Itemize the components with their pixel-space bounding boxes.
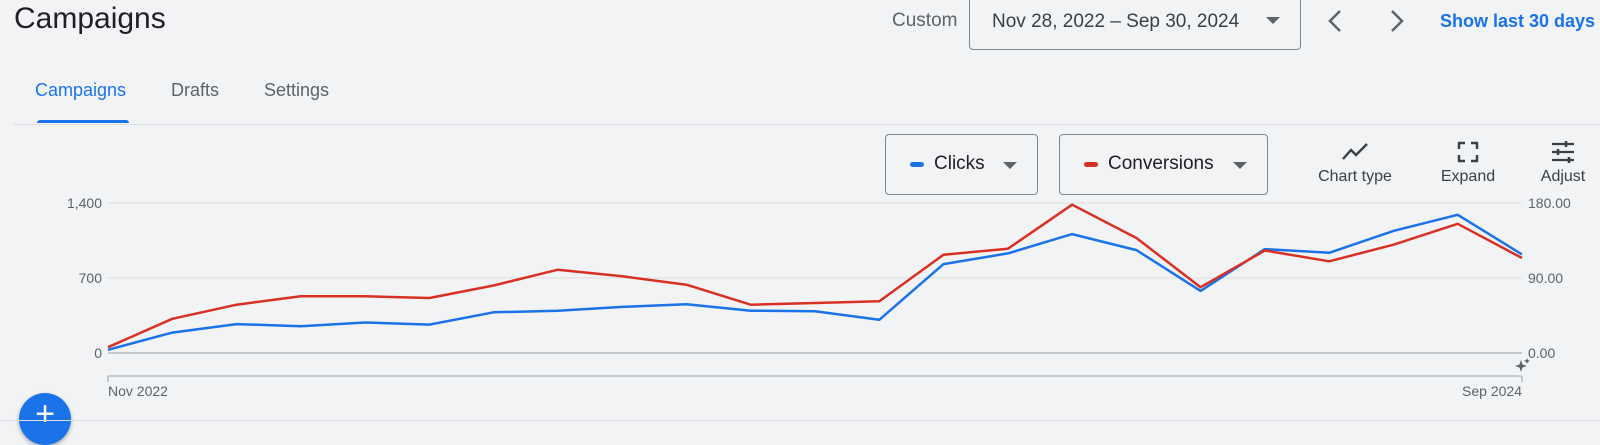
adjust-label: Adjust [1540,168,1586,185]
sparkle-icon [1515,358,1530,372]
data-point-clicks[interactable] [1388,225,1400,237]
data-point-clicks[interactable] [552,305,564,317]
data-point-conversions[interactable] [745,299,757,311]
tab-bar: Campaigns Drafts Settings [14,70,1600,125]
data-point-conversions[interactable] [938,249,950,261]
date-range-dropdown[interactable]: Nov 28, 2022 – Sep 30, 2024 [969,0,1301,50]
data-point-conversions[interactable] [359,290,371,302]
data-point-clicks[interactable] [295,320,307,332]
series-color-dot [1084,162,1098,167]
dropdown-arrow-icon [1233,162,1247,169]
data-point-conversions[interactable] [1195,281,1207,293]
data-point-conversions[interactable] [873,295,885,307]
page-title: Campaigns [14,2,166,35]
data-point-conversions[interactable] [488,280,500,292]
data-point-conversions[interactable] [1323,255,1335,267]
data-point-clicks[interactable] [1066,228,1078,240]
data-point-clicks[interactable] [359,317,371,329]
series-color-dot [910,162,924,167]
data-point-conversions[interactable] [295,290,307,302]
tab-drafts[interactable]: Drafts [171,80,219,101]
performance-chart: 1,400 700 0 180.00 90.00 0.00 Nov 2022 S… [67,195,1571,399]
chart-gridlines [108,202,1522,377]
data-point-conversions[interactable] [1388,239,1400,251]
data-point-conversions[interactable] [102,341,114,353]
y-right-tick: 90.00 [1528,270,1563,286]
data-point-conversions[interactable] [166,313,178,325]
y-right-tick: 0.00 [1528,345,1555,361]
data-point-clicks[interactable] [681,298,693,310]
data-point-clicks[interactable] [1130,244,1142,256]
active-tab-indicator [37,120,129,123]
expand-button[interactable]: Expand [1428,140,1508,186]
data-point-conversions[interactable] [1259,245,1271,257]
x-axis-start-label: Nov 2022 [108,383,168,399]
data-point-clicks[interactable] [873,314,885,326]
add-campaign-button[interactable]: + [19,393,71,445]
tune-icon [1552,141,1574,163]
dropdown-arrow-icon [1003,162,1017,169]
x-axis-end-label: Sep 2024 [1462,383,1522,399]
data-point-conversions[interactable] [1516,252,1528,264]
metric-select-clicks[interactable]: Clicks [885,134,1038,195]
data-point-clicks[interactable] [488,306,500,318]
chevron-right-icon[interactable] [1381,6,1411,36]
y-right-tick: 180.00 [1528,195,1571,211]
data-point-conversions[interactable] [1452,218,1464,230]
data-point-conversions[interactable] [681,279,693,291]
data-point-clicks[interactable] [166,327,178,339]
date-range-value: Nov 28, 2022 – Sep 30, 2024 [992,11,1240,32]
data-point-clicks[interactable] [423,319,435,331]
chart-type-label: Chart type [1318,168,1392,185]
data-point-conversions[interactable] [552,264,564,276]
data-point-conversions[interactable] [1002,243,1014,255]
data-point-conversions[interactable] [809,297,821,309]
series-line-clicks [107,213,1523,352]
data-point-clicks[interactable] [616,301,628,313]
section-divider [0,420,1600,421]
tab-settings[interactable]: Settings [264,80,329,101]
metric-select-conversions[interactable]: Conversions [1059,134,1268,195]
data-point-conversions[interactable] [1066,199,1078,211]
data-point-clicks[interactable] [231,318,243,330]
chart-type-button[interactable]: Chart type [1310,140,1400,186]
expand-icon [1457,141,1479,163]
expand-label: Expand [1440,168,1496,185]
y-left-tick: 0 [94,345,102,361]
data-point-conversions[interactable] [231,299,243,311]
dropdown-arrow-icon [1266,17,1280,24]
adjust-button[interactable]: Adjust [1530,140,1596,186]
chevron-left-icon[interactable] [1321,6,1351,36]
data-point-conversions[interactable] [1130,232,1142,244]
metric-select-label: Conversions [1108,153,1214,174]
metric-select-label: Clicks [934,153,985,174]
y-left-tick: 700 [79,270,103,286]
show-last-30-days-link[interactable]: Show last 30 days [1440,11,1595,32]
data-point-conversions[interactable] [423,292,435,304]
tab-campaigns[interactable]: Campaigns [35,80,126,101]
line-chart-icon [1342,143,1368,160]
chart-series-layer [102,199,1528,353]
data-point-conversions[interactable] [616,270,628,282]
date-range-label: Custom [892,10,958,31]
add-icon: + [35,395,55,433]
y-left-tick: 1,400 [67,195,102,211]
